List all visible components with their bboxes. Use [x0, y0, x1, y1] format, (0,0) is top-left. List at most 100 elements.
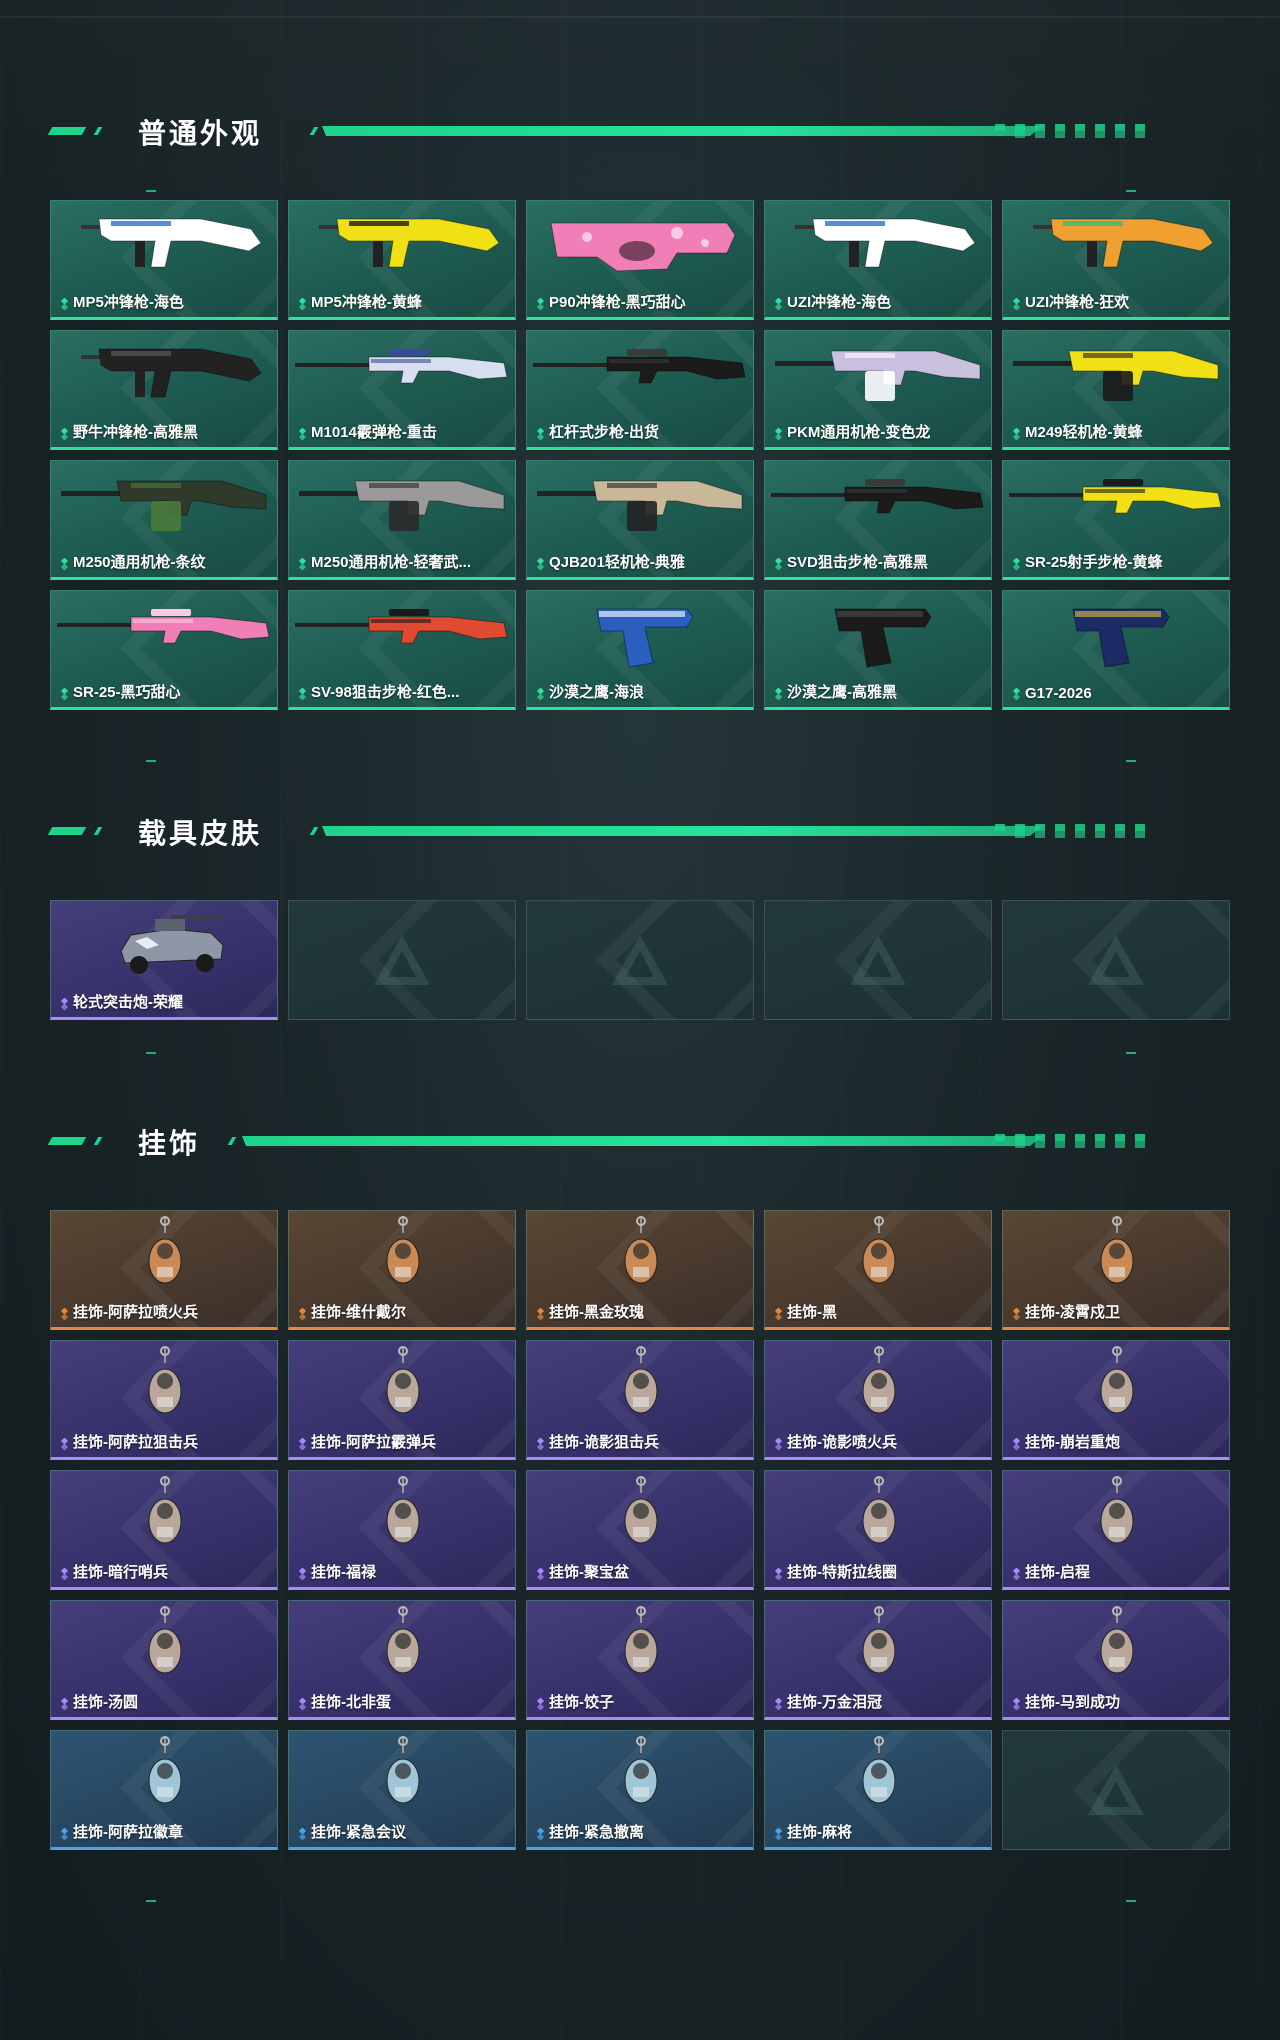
item-label: UZI冲锋枪-狂欢 — [1025, 294, 1130, 311]
rarity-diamond-icon — [298, 1568, 307, 1580]
rarity-diamond-icon — [1012, 558, 1021, 570]
charm-card[interactable]: 挂饰-崩岩重炮 — [1002, 1340, 1230, 1460]
weapon-card[interactable]: 杠杆式步枪-出货 — [526, 330, 754, 450]
charm-card[interactable]: 挂饰-暗行哨兵 — [50, 1470, 278, 1590]
weapon-card[interactable]: SV-98狙击步枪-红色... — [288, 590, 516, 710]
charm-card[interactable]: 挂饰-阿萨拉徽章 — [50, 1730, 278, 1850]
charm-card[interactable]: 挂饰-饺子 — [526, 1600, 754, 1720]
section-title-charms: 挂饰 — [138, 1127, 201, 1160]
weapon-card[interactable]: M249轻机枪-黄蜂 — [1002, 330, 1230, 450]
rarity-diamond-icon — [774, 1568, 783, 1580]
placeholder-logo-icon — [1088, 935, 1144, 985]
vehicle-card[interactable]: 轮式突击炮-荣耀 — [50, 900, 278, 1020]
rarity-diamond-icon — [298, 1438, 307, 1450]
rarity-diamond-icon — [1012, 428, 1021, 440]
weapon-image — [61, 480, 267, 531]
weapon-image — [319, 218, 500, 268]
section-header-weapons: 普通外观 — [47, 110, 1200, 150]
charm-card[interactable]: 挂饰-黑金玫瑰 — [526, 1210, 754, 1330]
header-accent-tick — [93, 127, 103, 135]
charm-card[interactable]: 挂饰-特斯拉线圈 — [764, 1470, 992, 1590]
item-label: 挂饰-阿萨拉狙击兵 — [73, 1434, 198, 1451]
placeholder-logo-icon — [612, 935, 668, 985]
charm-card[interactable]: 挂饰-阿萨拉喷火兵 — [50, 1210, 278, 1330]
weapon-image — [81, 348, 262, 398]
weapon-image — [1033, 218, 1214, 268]
rarity-diamond-icon — [298, 1698, 307, 1710]
item-label: 挂饰-特斯拉线圈 — [787, 1564, 897, 1581]
charm-image — [624, 1216, 658, 1284]
rarity-diamond-icon — [774, 298, 783, 310]
charm-card[interactable]: 挂饰-紧急撤离 — [526, 1730, 754, 1850]
item-label: 挂饰-聚宝盆 — [549, 1564, 629, 1581]
empty-slot — [288, 900, 516, 1020]
header-bar — [242, 1136, 1042, 1146]
charm-card[interactable]: 挂饰-聚宝盆 — [526, 1470, 754, 1590]
charm-card[interactable]: 挂饰-诡影喷火兵 — [764, 1340, 992, 1460]
charm-card[interactable]: 挂饰-黑 — [764, 1210, 992, 1330]
charm-image — [148, 1346, 182, 1414]
item-label: 挂饰-万金泪冠 — [787, 1694, 882, 1711]
weapon-image — [295, 609, 508, 644]
charm-card[interactable]: 挂饰-维什戴尔 — [288, 1210, 516, 1330]
item-label: M250通用机枪-轻奢武... — [311, 554, 472, 571]
weapon-card[interactable]: UZI冲锋枪-海色 — [764, 200, 992, 320]
charm-card[interactable]: 挂饰-马到成功 — [1002, 1600, 1230, 1720]
item-label: 挂饰-诡影喷火兵 — [787, 1434, 897, 1451]
weapon-card[interactable]: MP5冲锋枪-海色 — [50, 200, 278, 320]
weapon-card[interactable]: G17-2026 — [1002, 590, 1230, 710]
item-label: 挂饰-紧急撤离 — [549, 1824, 644, 1841]
weapon-card[interactable]: SR-25-黑巧甜心 — [50, 590, 278, 710]
empty-slot — [1002, 1730, 1230, 1850]
charm-card[interactable]: 挂饰-福禄 — [288, 1470, 516, 1590]
item-label: MP5冲锋枪-黄蜂 — [311, 294, 422, 311]
charm-card[interactable]: 挂饰-北非蛋 — [288, 1600, 516, 1720]
weapon-card[interactable]: SVD狙击步枪-高雅黑 — [764, 460, 992, 580]
charm-card[interactable]: 挂饰-阿萨拉霰弹兵 — [288, 1340, 516, 1460]
empty-slot — [764, 900, 992, 1020]
rarity-diamond-icon — [1012, 298, 1021, 310]
weapon-card[interactable]: QJB201轻机枪-典雅 — [526, 460, 754, 580]
item-label: 挂饰-阿萨拉霰弹兵 — [311, 1434, 436, 1451]
rarity-diamond-icon — [298, 428, 307, 440]
header-checker — [1005, 131, 1155, 138]
charm-card[interactable]: 挂饰-麻将 — [764, 1730, 992, 1850]
weapon-image — [295, 349, 508, 384]
weapon-card[interactable]: M250通用机枪-条纹 — [50, 460, 278, 580]
corner-tick — [1126, 190, 1136, 192]
charm-card[interactable]: 挂饰-紧急会议 — [288, 1730, 516, 1850]
header-accent-tick — [93, 827, 103, 835]
weapon-card[interactable]: P90冲锋枪-黑巧甜心 — [526, 200, 754, 320]
rarity-diamond-icon — [60, 1438, 69, 1450]
rarity-diamond-icon — [60, 298, 69, 310]
empty-slot — [526, 900, 754, 1020]
weapon-card[interactable]: 沙漠之鹰-高雅黑 — [764, 590, 992, 710]
item-label: 挂饰-黑 — [787, 1304, 837, 1321]
rarity-diamond-icon — [60, 1568, 69, 1580]
charm-card[interactable]: 挂饰-阿萨拉狙击兵 — [50, 1340, 278, 1460]
rarity-diamond-icon — [1012, 1308, 1021, 1320]
weapon-image — [834, 608, 932, 668]
weapon-image — [771, 479, 984, 514]
charm-card[interactable]: 挂饰-万金泪冠 — [764, 1600, 992, 1720]
weapon-card[interactable]: PKM通用机枪-变色龙 — [764, 330, 992, 450]
weapon-card[interactable]: M1014霰弹枪-重击 — [288, 330, 516, 450]
weapon-card[interactable]: M250通用机枪-轻奢武... — [288, 460, 516, 580]
weapon-card[interactable]: MP5冲锋枪-黄蜂 — [288, 200, 516, 320]
corner-tick — [146, 760, 156, 762]
charm-image — [386, 1736, 420, 1804]
rarity-diamond-icon — [60, 1698, 69, 1710]
charm-card[interactable]: 挂饰-汤圆 — [50, 1600, 278, 1720]
header-checker — [1005, 831, 1155, 838]
charm-card[interactable]: 挂饰-凌霄戍卫 — [1002, 1210, 1230, 1330]
weapon-card[interactable]: UZI冲锋枪-狂欢 — [1002, 200, 1230, 320]
rarity-diamond-icon — [774, 688, 783, 700]
item-label: SR-25-黑巧甜心 — [73, 684, 181, 701]
charm-card[interactable]: 挂饰-启程 — [1002, 1470, 1230, 1590]
weapon-card[interactable]: SR-25射手步枪-黄蜂 — [1002, 460, 1230, 580]
charm-image — [1100, 1346, 1134, 1414]
weapon-card[interactable]: 沙漠之鹰-海浪 — [526, 590, 754, 710]
charm-card[interactable]: 挂饰-诡影狙击兵 — [526, 1340, 754, 1460]
item-label: 挂饰-黑金玫瑰 — [549, 1304, 644, 1321]
weapon-card[interactable]: 野牛冲锋枪-高雅黑 — [50, 330, 278, 450]
